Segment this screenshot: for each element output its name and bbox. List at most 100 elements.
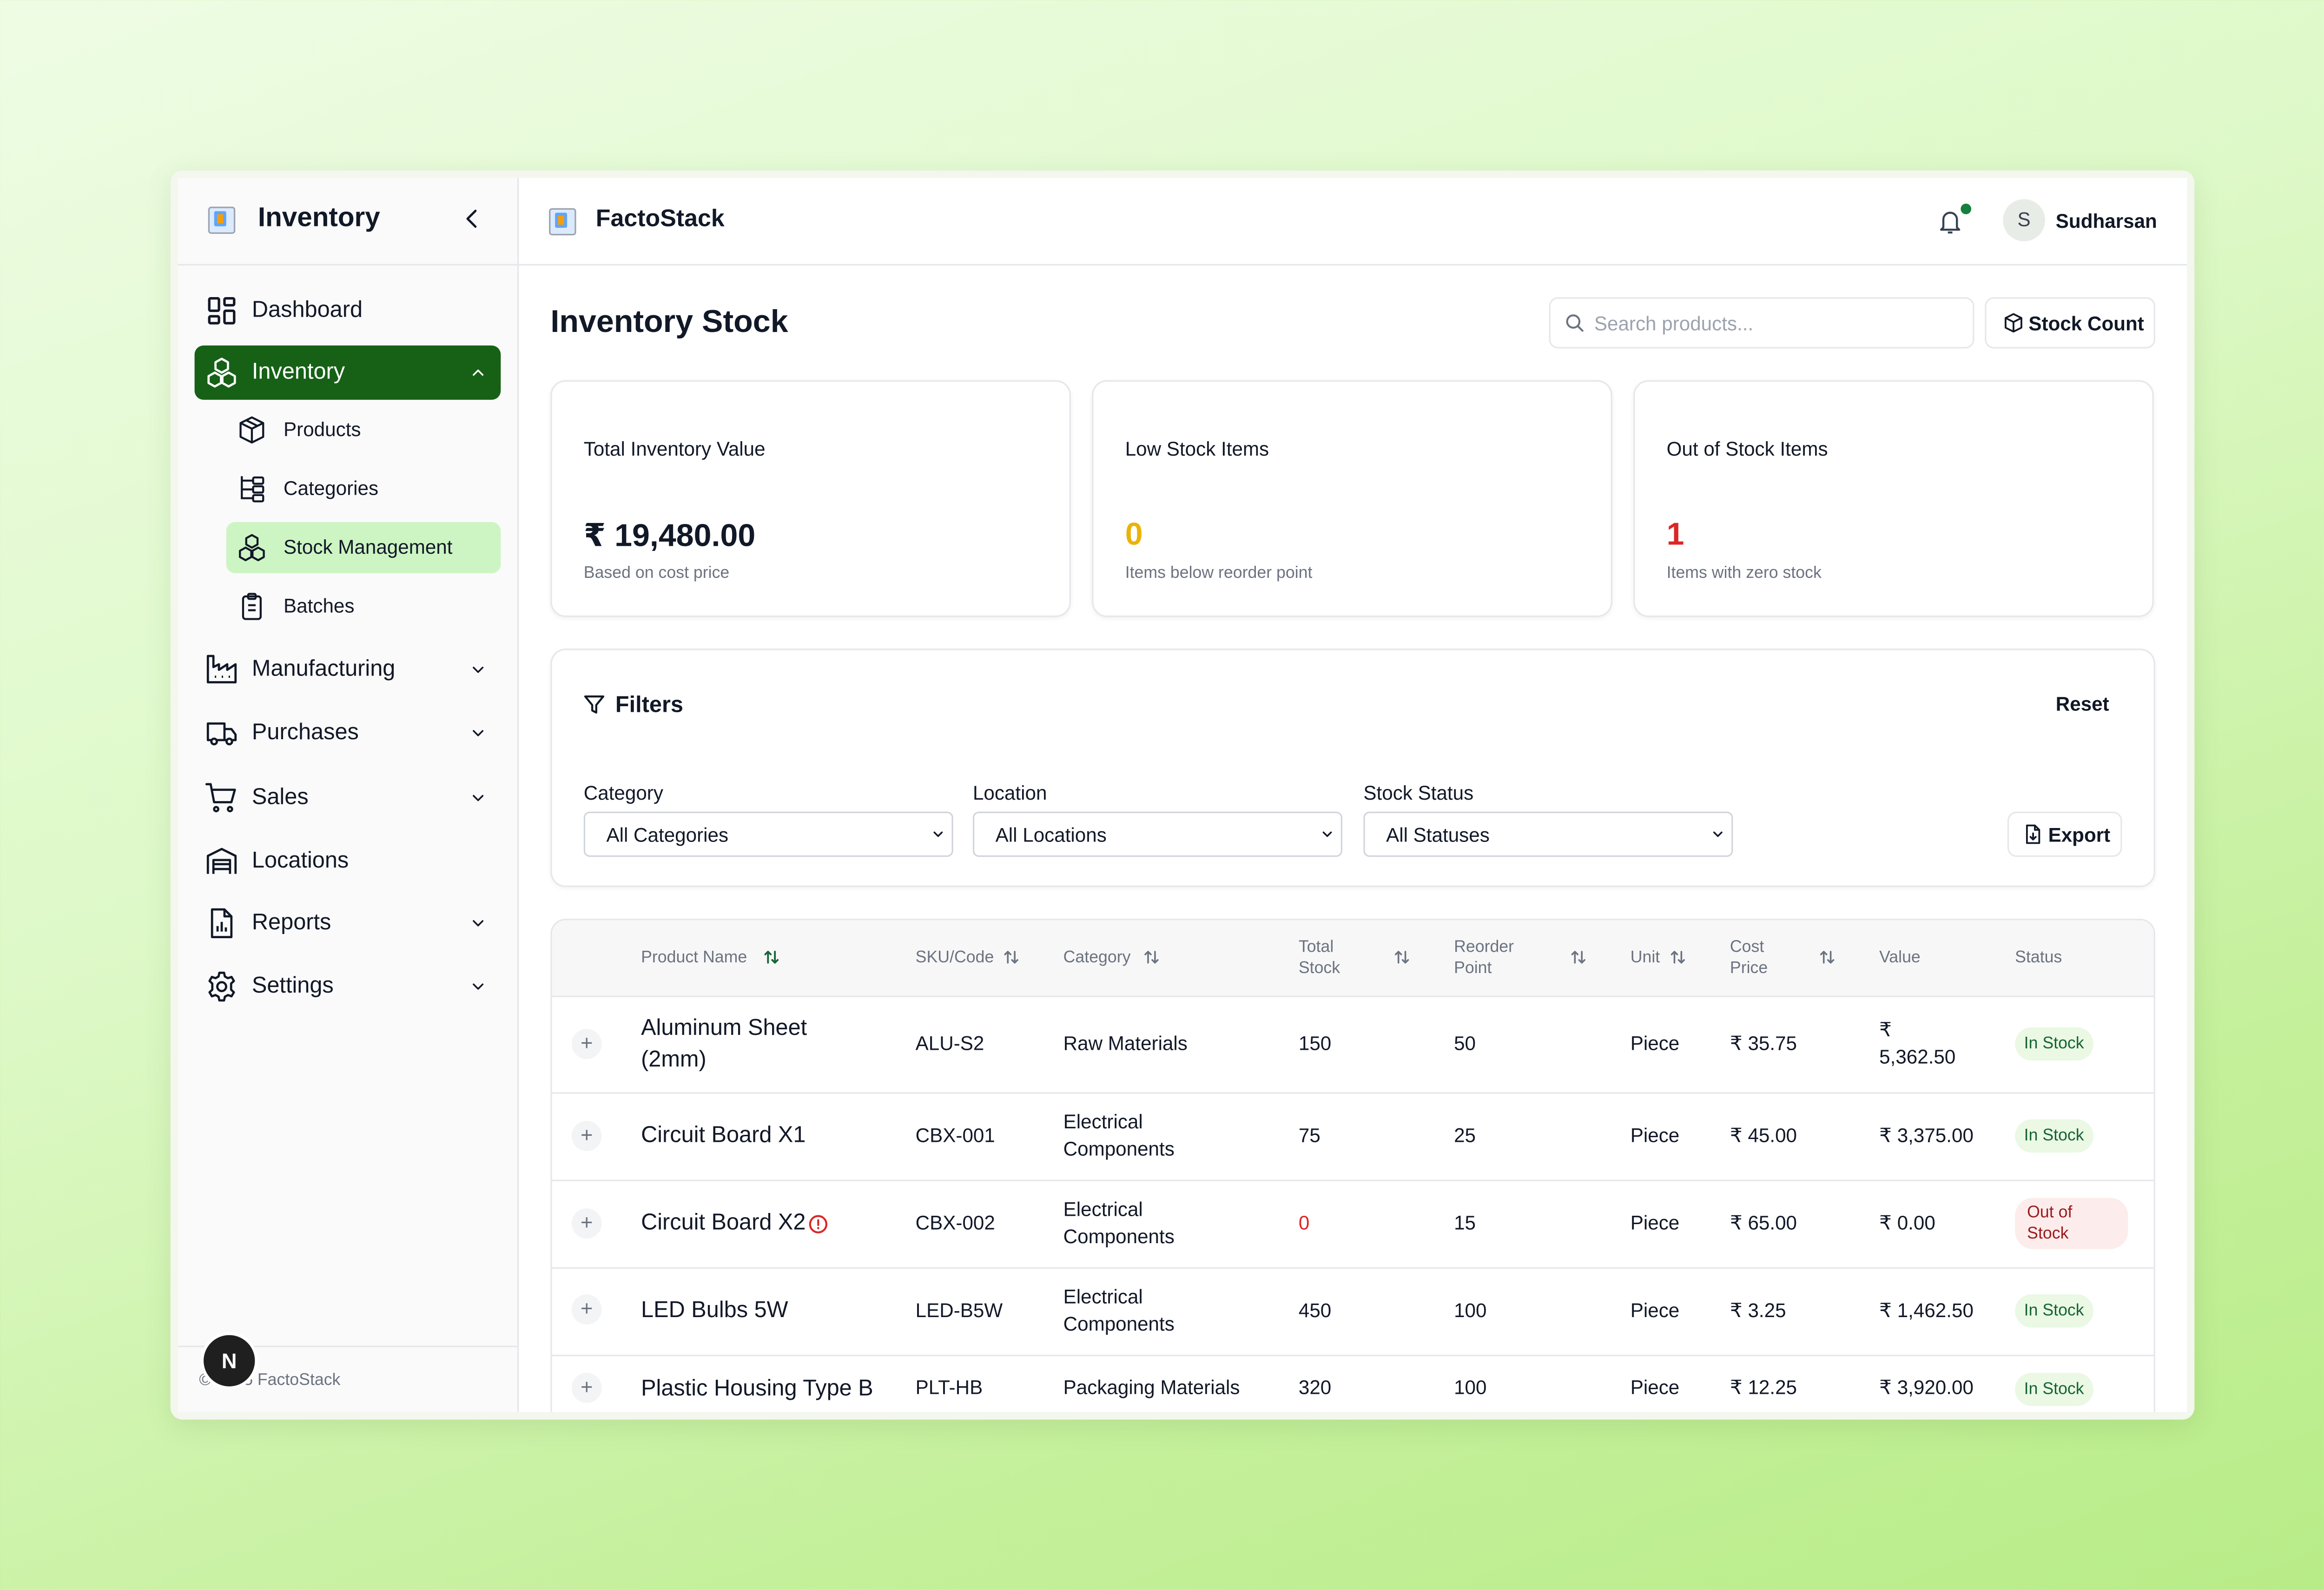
stock-cell: 0: [1298, 1211, 1310, 1234]
location-label: Location: [972, 781, 1047, 804]
unit-cell: Piece: [1630, 1298, 1680, 1322]
sidebar-title: Inventory: [257, 202, 380, 232]
stock-cell: 320: [1298, 1376, 1332, 1399]
sidebar-subitem-stock-management[interactable]: Stock Management: [226, 522, 501, 574]
filter-icon: [584, 695, 605, 714]
sidebar-item-label: Locations: [251, 848, 349, 874]
card-value: 1: [1666, 517, 1684, 552]
cost-cell: ₹ 35.75: [1730, 1032, 1797, 1055]
location-select[interactable]: All Locations: [972, 811, 1342, 857]
expand-row-button[interactable]: +: [571, 1029, 602, 1059]
search-input[interactable]: Search products...: [1549, 297, 1974, 349]
expand-row-button[interactable]: +: [571, 1120, 602, 1151]
sidebar-item-label: Manufacturing: [251, 656, 396, 682]
reorder-cell: 100: [1454, 1298, 1487, 1322]
reorder-cell: 100: [1454, 1376, 1487, 1399]
value-cell: ₹ 0.00: [1879, 1211, 1935, 1234]
sort-icon[interactable]: [1819, 949, 1835, 966]
expand-row-button[interactable]: +: [571, 1208, 602, 1239]
expand-row-button[interactable]: +: [571, 1372, 602, 1403]
sidebar-item-purchases[interactable]: Purchases: [195, 706, 501, 761]
status-badge: In Stock: [2015, 1372, 2093, 1406]
category-select[interactable]: All Categories: [583, 811, 953, 857]
sidebar-item-locations[interactable]: Locations: [195, 834, 501, 888]
reset-button[interactable]: Reset: [2056, 692, 2109, 715]
th-value: Value: [1879, 949, 1921, 967]
dev-tools-badge[interactable]: N: [204, 1335, 255, 1387]
avatar[interactable]: S: [2003, 199, 2046, 242]
sidebar-subitem-categories[interactable]: Categories: [226, 463, 501, 514]
sort-icon[interactable]: [1003, 949, 1020, 966]
th-unit[interactable]: Unit: [1631, 947, 1660, 968]
sort-icon[interactable]: [1393, 949, 1410, 966]
sidebar-item-dashboard[interactable]: Dashboard: [195, 284, 501, 338]
table-row[interactable]: + Circuit Board X2 CBX-002 Electrical Com…: [552, 1180, 2154, 1269]
chevron-down-icon: [1322, 831, 1332, 837]
sidebar-item-inventory[interactable]: Inventory: [194, 345, 501, 400]
status-badge: Out of Stock: [2015, 1198, 2128, 1249]
sort-icon[interactable]: [1570, 949, 1587, 966]
sidebar-item-label: Inventory: [251, 359, 345, 385]
card-description: Based on cost price: [583, 564, 730, 583]
brand-name: FactoStack: [595, 206, 725, 232]
value-cell: ₹5,362.50: [1879, 1017, 1955, 1071]
user-name[interactable]: Sudharsan: [2056, 210, 2157, 232]
category-line: Electrical: [1063, 1110, 1143, 1133]
stock-cell: 150: [1298, 1032, 1332, 1055]
notification-dot: [1959, 202, 1973, 216]
table-row[interactable]: + Plastic Housing Type B PLT-HB Packagin…: [552, 1355, 2154, 1412]
category-value: All Categories: [606, 823, 729, 847]
status-line: Out of: [2027, 1204, 2073, 1222]
stock-status-select[interactable]: All Statuses: [1363, 811, 1733, 857]
category-cell: Electrical Components: [1063, 1284, 1175, 1338]
sort-icon[interactable]: [763, 949, 780, 966]
sidebar-item-sales[interactable]: Sales: [195, 771, 501, 825]
sidebar-item-label: Reports: [251, 909, 331, 935]
product-name: LED Bulbs 5W: [641, 1297, 788, 1323]
table-row[interactable]: + LED Bulbs 5W LED-B5W Electrical Compone…: [552, 1267, 2154, 1357]
app-logo-icon: [208, 206, 236, 234]
chevron-down-icon: [473, 920, 484, 927]
sort-icon[interactable]: [1143, 949, 1160, 966]
sidebar-item-settings[interactable]: Settings: [195, 960, 501, 1014]
value-cell: ₹ 3,375.00: [1879, 1124, 1974, 1147]
th-cost-price[interactable]: Cost Price: [1730, 937, 1768, 979]
sort-icon[interactable]: [1670, 949, 1686, 966]
th-product-name[interactable]: Product Name: [641, 947, 747, 968]
top-bar: FactoStack S Sudharsan: [519, 178, 2187, 266]
cost-cell: ₹ 3.25: [1730, 1298, 1786, 1322]
sidebar-item-reports[interactable]: Reports: [195, 896, 501, 950]
th-category[interactable]: Category: [1063, 947, 1131, 968]
search-placeholder: Search products...: [1594, 312, 1754, 335]
chevron-up-icon: [473, 369, 484, 376]
cart-icon: [205, 783, 236, 813]
export-button[interactable]: Export: [2007, 811, 2122, 857]
card-value: ₹ 19,480.00: [583, 519, 756, 554]
stock-status-label: Stock Status: [1363, 781, 1474, 804]
stat-card-total-value: Total Inventory Value ₹ 19,480.00 Based …: [550, 380, 1071, 617]
stock-count-button[interactable]: Stock Count: [1985, 297, 2155, 349]
th-total-stock[interactable]: Total Stock: [1299, 937, 1340, 979]
sidebar-item-manufacturing[interactable]: Manufacturing: [195, 643, 501, 697]
status-badge: In Stock: [2015, 1119, 2093, 1153]
filters-title: Filters: [615, 692, 683, 718]
tree-icon: [241, 476, 264, 503]
sku-cell: PLT-HB: [915, 1376, 983, 1399]
sidebar-subitem-batches[interactable]: Batches: [226, 581, 501, 632]
sidebar-header: Inventory: [178, 178, 518, 266]
reorder-cell: 25: [1454, 1124, 1476, 1147]
clipboard-icon: [242, 593, 262, 620]
th-reorder-point[interactable]: Reorder Point: [1454, 937, 1514, 979]
th-sku[interactable]: SKU/Code: [916, 947, 994, 968]
collapse-sidebar-icon[interactable]: [458, 205, 485, 232]
sidebar-item-label: Purchases: [251, 719, 359, 745]
sku-cell: CBX-002: [915, 1211, 995, 1234]
table-row[interactable]: + Aluminum Sheet (2mm) ALU-S2 Raw Materia…: [552, 996, 2154, 1094]
expand-row-button[interactable]: +: [571, 1294, 602, 1325]
table-row[interactable]: + Circuit Board X1 CBX-001 Electrical Com…: [552, 1092, 2154, 1181]
page-title: Inventory Stock: [550, 305, 788, 340]
sidebar-subitem-products[interactable]: Products: [226, 404, 501, 456]
status-line: Stock: [2027, 1225, 2069, 1243]
value-cell: ₹ 3,920.00: [1879, 1376, 1974, 1399]
cost-cell: ₹ 12.25: [1730, 1376, 1797, 1399]
